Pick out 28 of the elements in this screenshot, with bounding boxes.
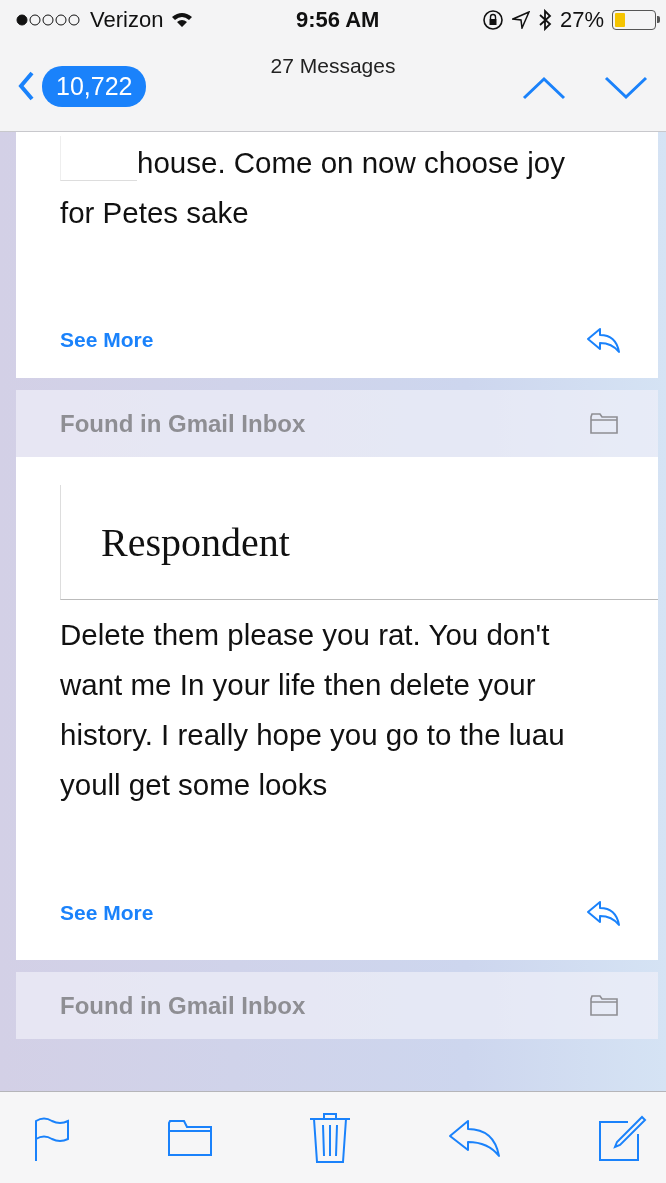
folder-icon[interactable] — [166, 1118, 213, 1157]
rotation-lock-icon — [481, 9, 504, 31]
bluetooth-icon — [537, 9, 552, 31]
wifi-icon — [171, 12, 194, 28]
reply-icon[interactable] — [586, 899, 622, 927]
signal-icon — [16, 14, 82, 26]
thread-title: 27 Messages — [269, 54, 397, 78]
battery-percent: 27% — [559, 7, 604, 33]
status-time: 9:56 AM — [295, 7, 380, 33]
back-chevron-icon — [18, 71, 34, 101]
see-more-link[interactable]: See More — [60, 901, 154, 925]
embedded-image-text: Respondent — [101, 518, 290, 566]
see-more-link[interactable]: See More — [60, 328, 154, 352]
message-body: house. Come on now choose joy for Petes sake — [60, 136, 658, 238]
unread-count-badge[interactable]: 10,722 — [42, 65, 147, 107]
reply-icon[interactable] — [447, 1117, 502, 1158]
mailbox-label: Found in Gmail Inbox — [60, 991, 306, 1020]
up-chevron-icon[interactable] — [522, 76, 566, 100]
folder-icon[interactable] — [590, 412, 618, 435]
down-chevron-icon[interactable] — [604, 76, 648, 100]
message-body: Delete them please you rat. You don't want me In your life then delete your history. I really hope you go to the luau youll get some looks — [60, 617, 566, 803]
folder-icon[interactable] — [590, 994, 618, 1017]
reply-icon[interactable] — [586, 326, 622, 354]
carrier-name: Verizon — [90, 7, 164, 33]
trash-icon[interactable] — [309, 1111, 351, 1164]
location-icon — [511, 11, 530, 29]
mailbox-label: Found in Gmail Inbox — [60, 409, 306, 438]
compose-icon[interactable] — [598, 1113, 648, 1162]
